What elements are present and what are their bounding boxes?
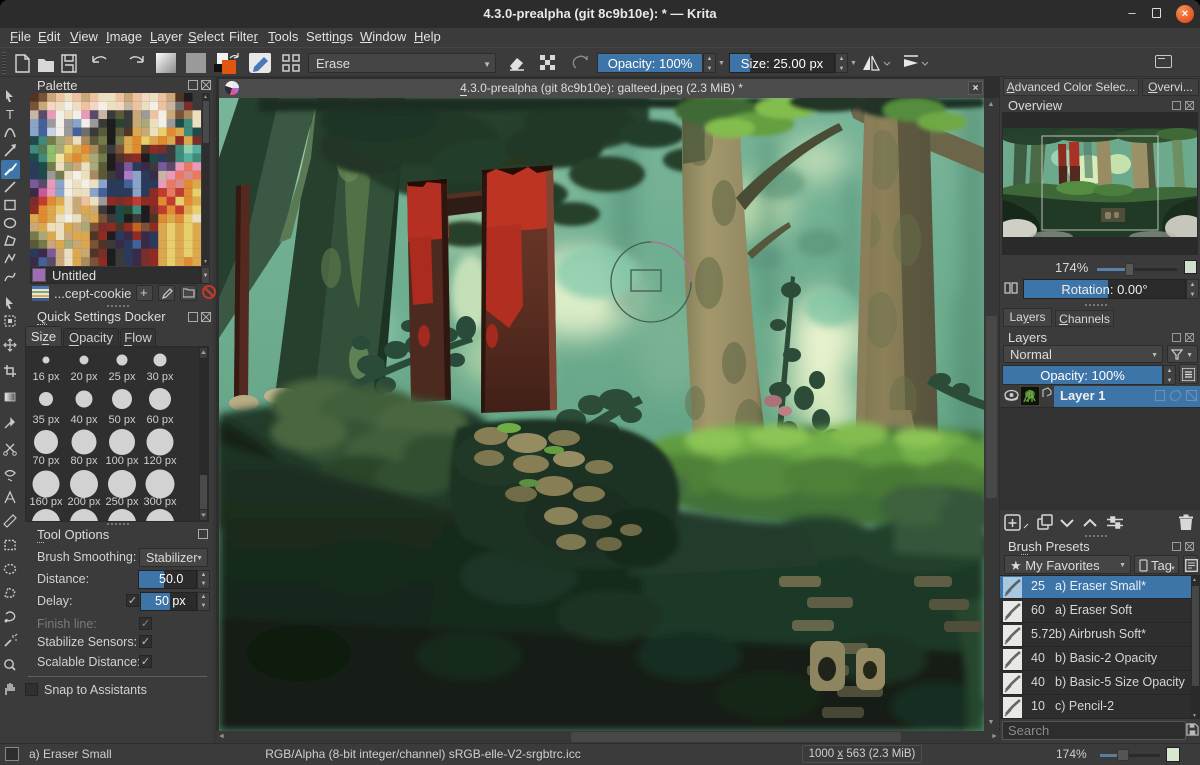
svg-text:300 px: 300 px — [143, 496, 177, 508]
svg-text:120 px: 120 px — [143, 455, 177, 467]
svg-text:100 px: 100 px — [105, 455, 139, 467]
svg-text:80 px: 80 px — [71, 455, 98, 467]
svg-text:70 px: 70 px — [33, 455, 60, 467]
svg-text:35 px: 35 px — [33, 414, 60, 426]
svg-text:40 px: 40 px — [71, 414, 98, 426]
svg-text:160 px: 160 px — [29, 496, 63, 508]
svg-text:T: T — [6, 107, 14, 122]
svg-text:60 px: 60 px — [147, 414, 174, 426]
svg-text:16 px: 16 px — [33, 371, 60, 383]
svg-text:20 px: 20 px — [71, 371, 98, 383]
svg-text:50 px: 50 px — [109, 414, 136, 426]
svg-text:30 px: 30 px — [147, 371, 174, 383]
svg-text:200 px: 200 px — [67, 496, 101, 508]
svg-text:250 px: 250 px — [105, 496, 139, 508]
svg-text:25 px: 25 px — [109, 371, 136, 383]
